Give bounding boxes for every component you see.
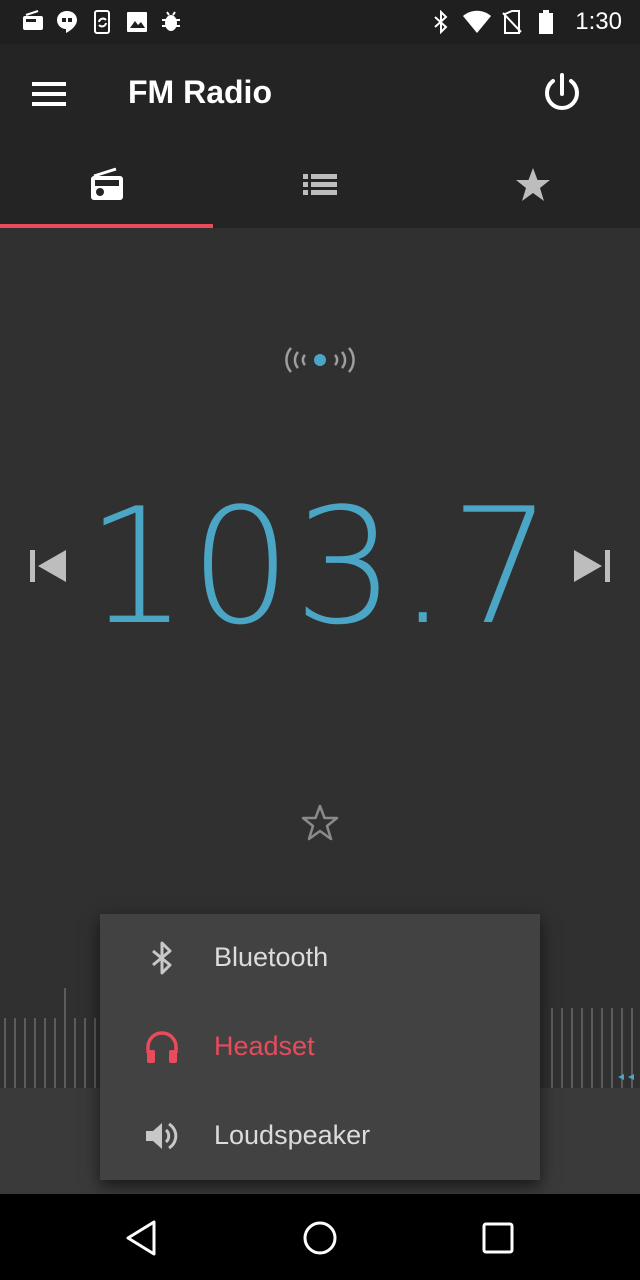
tab-radio[interactable]	[0, 144, 213, 228]
system-nav-bar	[0, 1194, 640, 1280]
frequency-display: 103.7	[85, 473, 555, 660]
menu-item-loudspeaker[interactable]: Loudspeaker	[100, 1092, 540, 1180]
phone-sync-icon	[94, 10, 110, 34]
status-time: 1:30	[575, 8, 622, 35]
battery-icon	[539, 10, 553, 34]
wifi-icon	[463, 10, 491, 33]
speaker-icon	[146, 1122, 178, 1150]
skip-next-icon[interactable]	[570, 544, 614, 588]
hamburger-menu-icon[interactable]	[28, 74, 72, 118]
menu-item-headset[interactable]: Headset	[100, 1003, 540, 1091]
list-icon	[302, 174, 337, 195]
menu-item-label: Loudspeaker	[214, 1120, 371, 1150]
menu-item-bluetooth[interactable]: Bluetooth	[100, 914, 540, 1002]
bug-icon	[162, 11, 180, 31]
star-outline-icon[interactable]	[300, 803, 340, 843]
back-icon[interactable]	[120, 1216, 164, 1260]
tab-favorites[interactable]	[426, 144, 639, 228]
headphones-icon	[146, 1031, 178, 1063]
radio-notification-icon	[23, 10, 43, 30]
hangouts-icon	[57, 11, 77, 33]
audio-output-menu: Bluetooth Headset Loudspeaker	[100, 914, 540, 1180]
signal-broadcast-icon	[285, 347, 355, 373]
image-icon	[127, 12, 147, 32]
status-bar: 1:30	[0, 0, 640, 44]
recents-icon[interactable]	[476, 1216, 520, 1260]
menu-item-label: Bluetooth	[214, 942, 329, 972]
no-sim-icon	[502, 10, 522, 34]
bluetooth-icon	[434, 10, 448, 34]
menu-item-label: Headset	[214, 1031, 315, 1061]
tab-station-list[interactable]	[213, 144, 426, 228]
app-title: FM Radio	[128, 74, 272, 110]
app-bar: FM Radio	[0, 44, 640, 144]
home-icon[interactable]	[298, 1216, 342, 1260]
bluetooth-icon	[152, 941, 172, 975]
power-icon[interactable]	[538, 70, 586, 118]
radio-icon	[90, 167, 123, 200]
star-icon	[515, 168, 550, 201]
tab-bar	[0, 144, 640, 228]
